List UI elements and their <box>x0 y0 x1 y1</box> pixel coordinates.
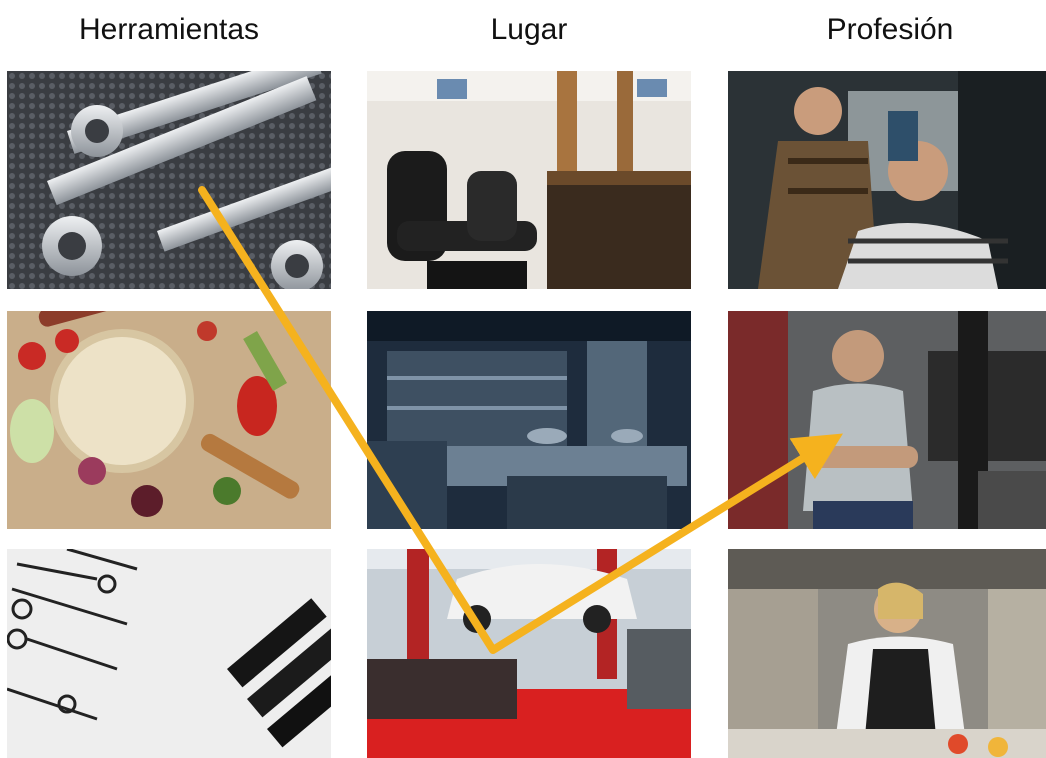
image-garage[interactable] <box>367 549 691 758</box>
image-chef[interactable] <box>728 549 1046 758</box>
image-kitchen[interactable] <box>367 311 691 529</box>
image-pan-vegetables[interactable] <box>7 311 331 529</box>
image-barber[interactable] <box>728 71 1046 289</box>
image-mechanic[interactable] <box>728 311 1046 529</box>
header-tools: Herramientas <box>78 13 260 46</box>
image-scissors-combs[interactable] <box>7 549 331 758</box>
header-profession: Profesión <box>826 13 954 46</box>
image-barbershop[interactable] <box>367 71 691 289</box>
image-wrenches[interactable] <box>7 71 331 289</box>
header-place: Lugar <box>490 13 568 46</box>
